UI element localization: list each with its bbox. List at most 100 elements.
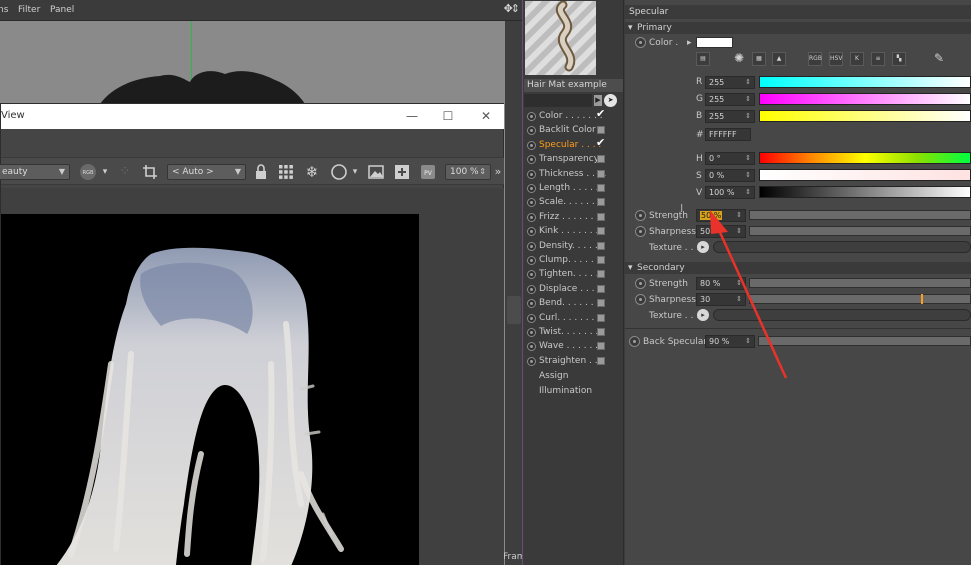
auto-size-select[interactable]: < Auto > ▼ — [167, 164, 246, 180]
channel-checkbox[interactable] — [597, 241, 605, 250]
b-field[interactable]: 255 ⇕ — [705, 110, 755, 123]
channel-label[interactable]: Kink . . . . . . . — [539, 226, 598, 236]
color-animate-dot[interactable] — [635, 37, 646, 48]
material-name[interactable]: Hair Mat example — [524, 79, 623, 92]
channel-radio-dot[interactable] — [527, 184, 536, 193]
channel-radio-dot[interactable] — [527, 112, 536, 121]
channel-row[interactable]: Transparency — [524, 153, 623, 167]
primary-strength-field[interactable]: 50 % ⇕ — [696, 209, 746, 222]
r-field[interactable]: 255 ⇕ — [705, 76, 755, 89]
channel-row[interactable]: Density. . . . . . — [524, 240, 623, 254]
sharpness-animate-dot[interactable] — [635, 226, 646, 237]
mixer-mode-icon[interactable]: ≡ — [871, 52, 885, 66]
material-preview[interactable] — [525, 1, 596, 75]
channel-radio-dot[interactable] — [527, 169, 536, 179]
g-gradient-slider[interactable] — [759, 93, 971, 105]
channel-radio-dot[interactable] — [527, 140, 536, 150]
channel-label[interactable]: Specular . . . . — [539, 140, 601, 150]
menu-ns[interactable]: ns — [0, 5, 8, 15]
channel-checkbox[interactable] — [597, 198, 605, 207]
crop-icon[interactable] — [141, 163, 159, 181]
channel-checkbox[interactable] — [597, 184, 605, 192]
channel-label[interactable]: Length . . . . . . — [539, 183, 604, 193]
lock-icon[interactable] — [252, 163, 270, 181]
channel-row[interactable]: Twist. . . . . . . — [524, 326, 623, 340]
b-gradient-slider[interactable] — [759, 110, 971, 122]
add-image-icon[interactable] — [393, 163, 411, 181]
channel-label[interactable]: Curl. . . . . . . . — [539, 313, 600, 323]
channel-checkbox-checked[interactable]: ✔ — [596, 137, 607, 148]
channel-checkbox[interactable] — [597, 342, 605, 351]
channel-row[interactable]: Backlit Color — [524, 124, 623, 138]
primary-sharpness-field[interactable]: 50 ⇕ — [696, 225, 746, 238]
g-field[interactable]: 255 ⇕ — [705, 93, 755, 106]
secondary-texture-field[interactable] — [713, 309, 971, 321]
channel-radio-dot[interactable] — [527, 212, 536, 222]
back-specular-slider[interactable] — [758, 336, 971, 346]
channel-checkbox[interactable] — [597, 313, 605, 322]
secondary-group-header[interactable]: Secondary — [625, 262, 971, 274]
rgb-mode-button[interactable]: RGB — [808, 52, 822, 66]
primary-strength-slider[interactable] — [749, 210, 971, 220]
texture-play-icon[interactable]: ▸ — [697, 241, 709, 253]
channel-label[interactable]: Bend. . . . . . . — [539, 298, 599, 308]
display-mode-select[interactable]: eauty ▼ — [0, 164, 70, 180]
primary-sharpness-slider[interactable] — [749, 226, 971, 236]
image-mode-icon[interactable]: ▲ — [772, 52, 786, 66]
channel-row[interactable]: Scale. . . . . . . — [524, 196, 623, 210]
channel-radio-dot[interactable] — [527, 256, 536, 265]
channel-radio-dot[interactable] — [527, 328, 536, 337]
channel-radio-dot[interactable] — [527, 241, 536, 251]
chevron-down-icon[interactable]: ▾ — [346, 163, 364, 181]
grid-dots-icon[interactable]: ⁘ — [116, 163, 134, 181]
cursor-pick-icon[interactable]: ➤ — [604, 94, 617, 107]
texture-play-icon[interactable]: ▸ — [697, 309, 709, 321]
channel-row[interactable]: Length . . . . . . — [524, 182, 623, 196]
channel-label[interactable]: Twist. . . . . . . — [539, 327, 598, 337]
hsv-mode-button[interactable]: HSV — [829, 52, 843, 66]
channel-label[interactable]: Displace . . . . — [539, 284, 600, 294]
channel-radio-dot[interactable] — [527, 313, 536, 323]
spectrum-mode-icon[interactable]: ✺ — [732, 52, 746, 66]
back-specular-animate-dot[interactable] — [629, 336, 640, 347]
channel-label[interactable]: Wave . . . . . . . — [539, 341, 604, 351]
channel-radio-dot[interactable] — [527, 356, 536, 366]
channel-checkbox[interactable] — [597, 227, 605, 236]
channel-checkbox[interactable] — [597, 212, 605, 221]
menu-filter[interactable]: Filter — [18, 5, 40, 15]
viewport-navigate-icon[interactable]: ✥⇕ — [504, 2, 521, 15]
channel-label[interactable]: Frizz . . . . . . . — [539, 212, 599, 222]
rgb-channel-icon[interactable]: RGB — [79, 163, 97, 181]
channel-radio-dot[interactable] — [527, 284, 536, 294]
s-field[interactable]: 0 % ⇕ — [705, 169, 755, 182]
channel-label[interactable]: Density. . . . . . — [539, 241, 603, 251]
channel-label[interactable]: Transparency — [539, 154, 599, 164]
minimize-button[interactable]: — — [397, 106, 427, 126]
channel-extra-item[interactable]: Illumination — [539, 386, 592, 396]
grid-icon[interactable] — [277, 163, 295, 181]
chevron-down-icon[interactable]: ▾ — [96, 163, 114, 181]
channel-radio-dot[interactable] — [527, 270, 536, 280]
channel-row[interactable]: Displace . . . . — [524, 283, 623, 297]
channel-row[interactable]: Tighten. . . . . . — [524, 268, 623, 282]
primary-texture-field[interactable] — [713, 241, 971, 253]
channel-row[interactable]: Straighten . . — [524, 355, 623, 369]
channel-checkbox[interactable] — [597, 256, 605, 264]
material-link-field[interactable] — [524, 94, 592, 107]
channel-radio-dot[interactable] — [527, 155, 536, 165]
channel-row[interactable]: Frizz . . . . . . . — [524, 211, 623, 225]
channel-extra-item[interactable]: Assign — [539, 371, 568, 381]
channel-checkbox[interactable] — [597, 356, 605, 365]
channel-checkbox[interactable] — [597, 155, 605, 164]
strength-animate-dot[interactable] — [635, 210, 646, 221]
secondary-strength-field[interactable]: 80 % ⇕ — [696, 277, 746, 290]
secondary-sharpness-animate-dot[interactable] — [635, 294, 646, 305]
channel-checkbox[interactable] — [597, 284, 605, 293]
hex-field[interactable]: FFFFFF — [705, 128, 751, 141]
channel-checkbox[interactable] — [597, 169, 605, 178]
channel-label[interactable]: Backlit Color — [539, 125, 596, 135]
channel-checkbox[interactable] — [597, 299, 605, 308]
channel-checkbox[interactable] — [597, 126, 605, 135]
color-swatch[interactable] — [696, 37, 733, 48]
picture-mode-icon[interactable]: ▦ — [752, 52, 766, 66]
